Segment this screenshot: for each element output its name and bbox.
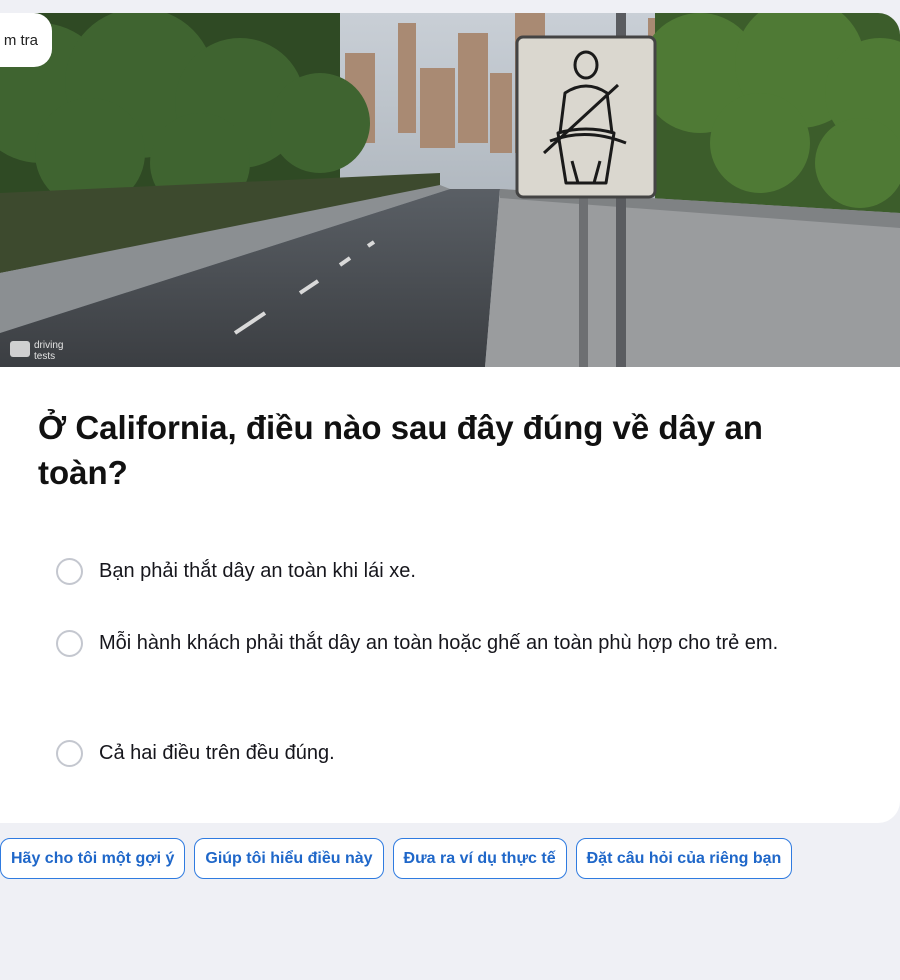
watermark-line1: driving [34,340,63,351]
answer-label: Bạn phải thắt dây an toàn khi lái xe. [99,560,416,582]
hint-button[interactable]: Hãy cho tôi một gợi ý [0,838,186,879]
answer-option-3[interactable]: Cả hai điều trên đều đúng. [56,735,819,771]
answer-label: Cả hai điều trên đều đúng. [99,742,335,764]
ai-help-actions: Hãy cho tôi một gợi ý Giúp tôi hiểu điều… [0,838,793,879]
radio-button[interactable] [56,557,83,585]
answer-option-1[interactable]: Bạn phải thắt dây an toàn khi lái xe. [56,553,819,589]
answer-option-2[interactable]: Mỗi hành khách phải thắt dây an toàn hoặ… [56,625,819,661]
test-mode-badge[interactable]: m tra [0,13,52,67]
seatbelt-sign-scene: driving tests [0,13,900,367]
watermark-line2: tests [34,351,55,362]
badge-label: m tra [3,31,38,49]
real-example-button[interactable]: Đưa ra ví dụ thực tế [392,838,567,879]
radio-button[interactable] [56,629,83,657]
question-card: driving tests m tra Ở California, điều n… [0,13,900,823]
ask-own-question-button[interactable]: Đặt câu hỏi của riêng bạn [575,838,793,879]
explain-button[interactable]: Giúp tôi hiểu điều này [194,838,384,879]
answer-label: Mỗi hành khách phải thắt dây an toàn hoặ… [99,632,779,654]
question-image: driving tests [0,13,900,367]
radio-button[interactable] [56,739,83,767]
question-text: Ở California, điều nào sau đây đúng về d… [38,409,763,491]
